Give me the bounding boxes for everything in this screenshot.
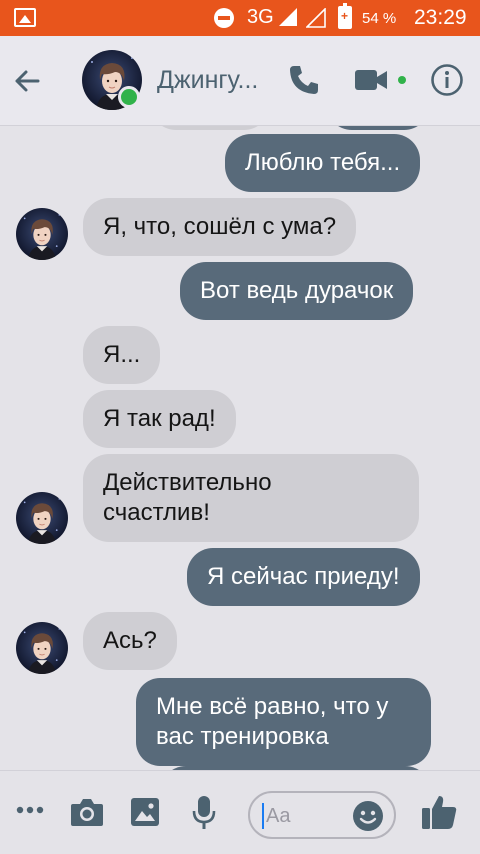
message-bubble-partial <box>326 126 430 130</box>
message-incoming[interactable]: Ась? <box>83 612 177 670</box>
message-incoming[interactable]: Я... <box>83 326 161 384</box>
more-dots-icon[interactable] <box>16 805 44 815</box>
do-not-disturb-icon <box>214 8 234 28</box>
sender-avatar[interactable] <box>16 622 68 674</box>
thumbs-up-icon[interactable] <box>420 793 458 831</box>
microphone-icon[interactable] <box>192 795 216 831</box>
battery-percent: 54 % <box>362 10 397 27</box>
message-list[interactable]: Люблю тебя... Я, что, сошёл с ума? Вот в… <box>0 126 480 770</box>
message-input[interactable] <box>262 803 354 829</box>
message-outgoing[interactable]: Вот ведь дурачок <box>180 262 414 320</box>
chat-header: Джингу... <box>0 36 480 126</box>
status-bar: 3G 54 % 23:29 <box>0 0 480 36</box>
contact-name[interactable]: Джингу... <box>157 66 258 95</box>
phone-icon[interactable] <box>286 62 322 98</box>
video-camera-icon[interactable] <box>354 66 388 94</box>
network-type: 3G <box>247 6 274 28</box>
message-incoming[interactable]: Действительно счастлив! <box>83 454 419 542</box>
online-status-dot <box>118 86 140 108</box>
message-outgoing[interactable]: Мне всё равно, что у вас тренировка <box>136 678 431 766</box>
signal-empty-icon <box>306 8 326 28</box>
signal-icon <box>279 8 297 26</box>
message-incoming[interactable]: Я, что, сошёл с ума? <box>83 198 357 256</box>
battery-icon <box>338 3 352 29</box>
gallery-notification-icon <box>14 8 36 27</box>
video-online-dot <box>398 76 406 84</box>
message-outgoing[interactable]: Люблю тебя... <box>225 134 421 192</box>
message-composer <box>0 770 480 854</box>
message-input-box[interactable] <box>248 791 396 839</box>
emoji-icon[interactable] <box>352 800 384 832</box>
back-arrow-icon[interactable] <box>10 64 44 98</box>
message-outgoing[interactable]: Я сейчас приеду! <box>187 548 420 606</box>
gallery-icon[interactable] <box>130 797 160 827</box>
info-icon[interactable] <box>430 63 464 97</box>
message-incoming[interactable]: Я так рад! <box>83 390 236 448</box>
clock: 23:29 <box>414 6 467 29</box>
sender-avatar[interactable] <box>16 492 68 544</box>
camera-icon[interactable] <box>70 797 104 827</box>
sender-avatar[interactable] <box>16 208 68 260</box>
message-bubble-partial <box>150 126 270 130</box>
